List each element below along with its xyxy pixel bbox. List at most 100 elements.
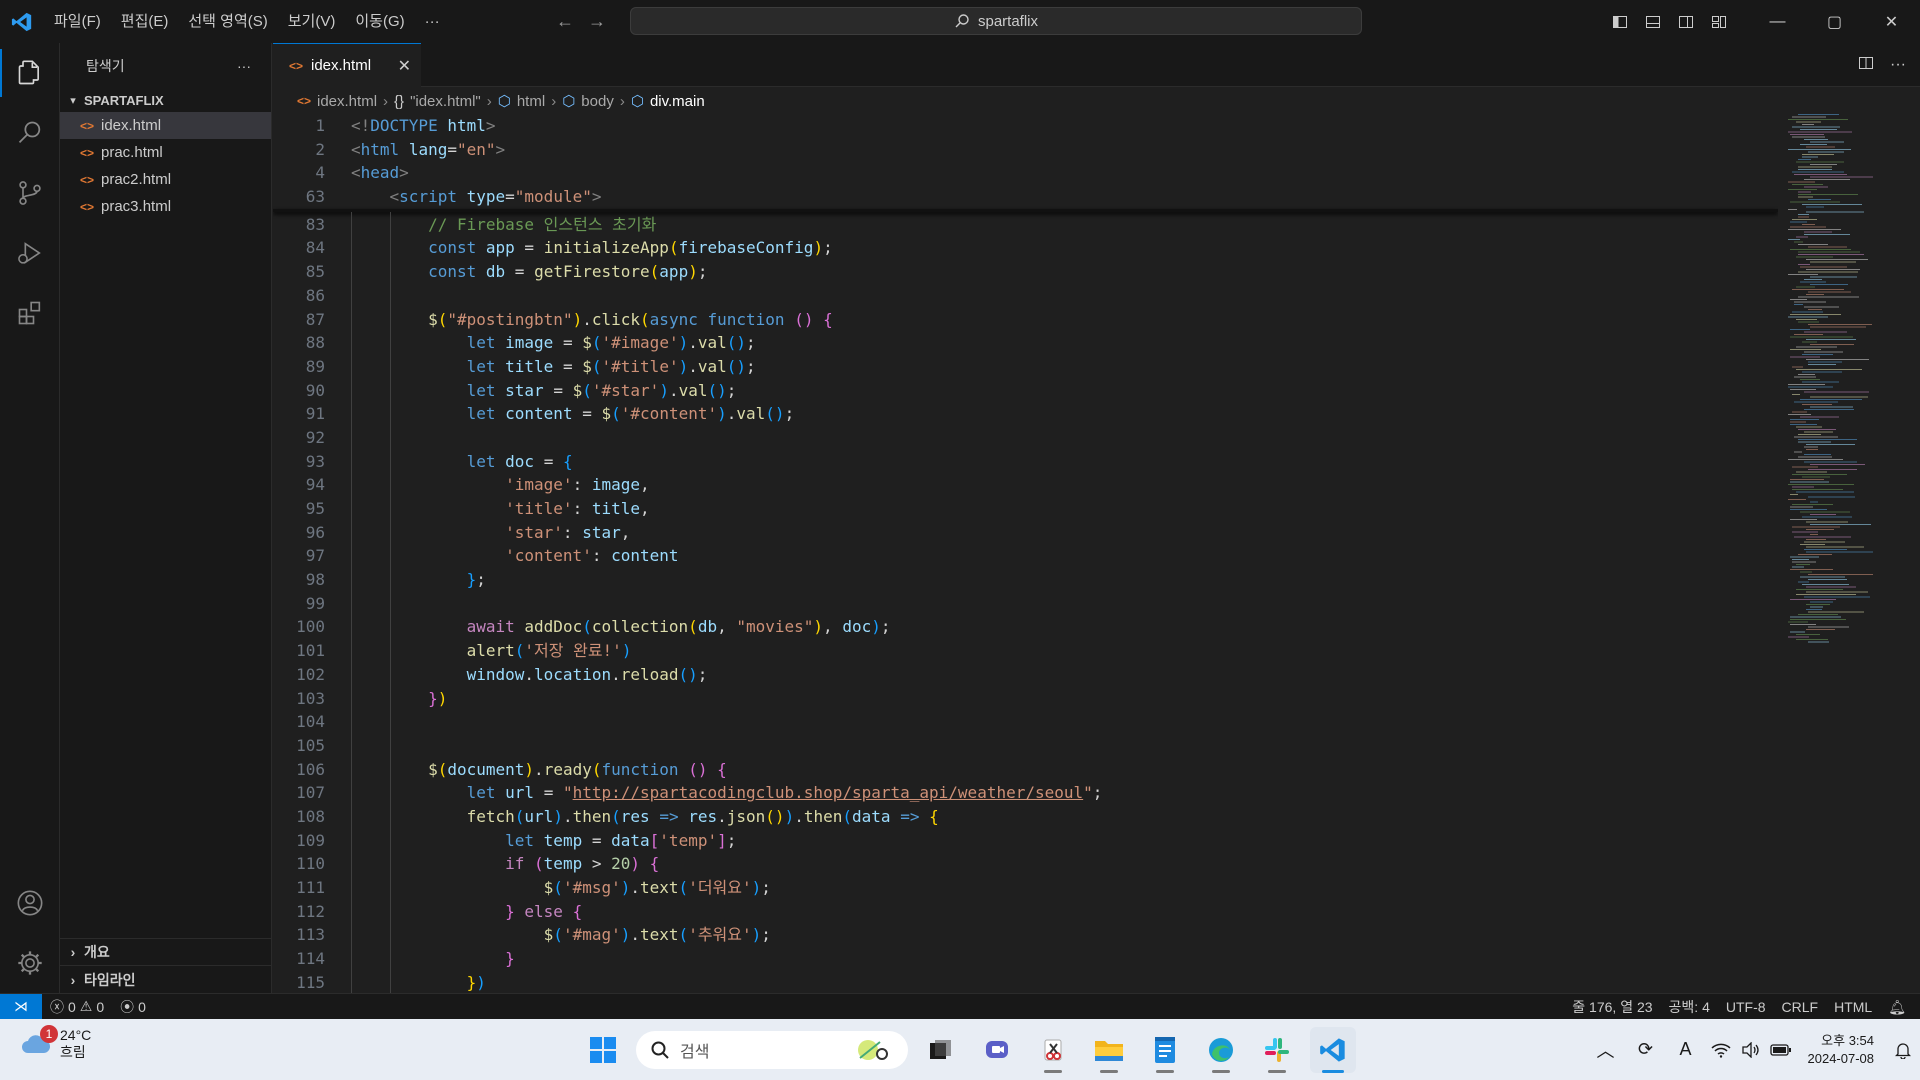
code-line[interactable]: 106 $(document).ready(function () { <box>273 758 1778 782</box>
minimap[interactable] <box>1778 114 1920 993</box>
indentation[interactable]: 공백: 4 <box>1661 997 1718 1017</box>
menu-edit[interactable]: 편집(E) <box>111 0 179 43</box>
file-item-prac[interactable]: <> prac.html <box>60 139 271 166</box>
code-line[interactable]: 95 'title': title, <box>273 497 1778 521</box>
file-explorer-icon[interactable] <box>1086 1027 1132 1073</box>
code-editor[interactable]: 1 <!DOCTYPE html> 2 <html lang="en"> 4 <head>… <box>273 114 1778 993</box>
code-line[interactable]: 103 }) <box>273 687 1778 711</box>
code-line[interactable]: 114 } <box>273 947 1778 971</box>
breadcrumb-file[interactable]: idex.html <box>317 93 377 110</box>
input-method-icon[interactable]: A <box>1666 1019 1706 1080</box>
code-line[interactable]: 99 <box>273 592 1778 616</box>
code-line[interactable]: 2 <html lang="en"> <box>273 138 1778 162</box>
forward-arrow-icon[interactable]: → <box>588 11 606 32</box>
timeline-section[interactable]: › 타임라인 <box>60 966 272 993</box>
code-line[interactable]: 89 let title = $('#title').val(); <box>273 355 1778 379</box>
code-line[interactable]: 87 $("#postingbtn").click(async function… <box>273 308 1778 332</box>
code-line[interactable]: 63 <script type="module"> <box>273 185 1778 209</box>
code-line[interactable]: 115 }) <box>273 971 1778 993</box>
notepad-icon[interactable] <box>1142 1027 1188 1073</box>
menu-more[interactable]: ··· <box>415 0 450 43</box>
clock[interactable]: 오후 3:54 2024-07-08 <box>1796 1032 1887 1068</box>
language-mode[interactable]: HTML <box>1826 999 1880 1015</box>
command-center-search[interactable]: spartaflix <box>630 7 1362 35</box>
code-line[interactable]: 100 await addDoc(collection(db, "movies"… <box>273 615 1778 639</box>
more-actions-icon[interactable]: ··· <box>1890 56 1906 74</box>
code-line[interactable]: 101 alert('저장 완료!') <box>273 639 1778 663</box>
menu-file[interactable]: 파일(F) <box>44 0 111 43</box>
task-view-icon[interactable] <box>918 1027 964 1073</box>
settings-gear-icon[interactable] <box>0 933 60 993</box>
code-line[interactable]: 96 'star': star, <box>273 521 1778 545</box>
breadcrumb-div-main[interactable]: div.main <box>650 93 705 110</box>
vscode-taskbar-icon[interactable] <box>1310 1026 1356 1073</box>
close-icon[interactable]: ✕ <box>398 56 411 76</box>
sync-icon[interactable]: ⟳ <box>1626 1019 1666 1080</box>
code-line[interactable]: 109 let temp = data['temp']; <box>273 829 1778 853</box>
search-sidebar-icon[interactable] <box>0 103 60 163</box>
teams-chat-icon[interactable] <box>974 1027 1020 1073</box>
code-line[interactable]: 104 <box>273 710 1778 734</box>
run-debug-icon[interactable] <box>0 223 60 283</box>
code-line[interactable]: 83 // Firebase 인스턴스 초기화 <box>273 213 1778 237</box>
code-line[interactable]: 1 <!DOCTYPE html> <box>273 114 1778 138</box>
explorer-icon[interactable] <box>0 43 60 103</box>
code-line[interactable]: 93 let doc = { <box>273 450 1778 474</box>
taskbar-search[interactable]: 검색 <box>636 1030 908 1069</box>
problems-indicator[interactable]: ⓧ 0 ⚠ 0 <box>42 997 112 1017</box>
bell-icon[interactable]: 🔔︎ <box>1880 999 1914 1016</box>
code-line[interactable]: 102 window.location.reload(); <box>273 663 1778 687</box>
windows-start-icon[interactable] <box>580 1027 626 1073</box>
menu-view[interactable]: 보기(V) <box>278 0 346 43</box>
remote-indicator-icon[interactable]: ⋊ <box>0 993 42 1020</box>
close-window-icon[interactable]: ✕ <box>1863 0 1920 43</box>
chevron-up-icon[interactable]: ︿ <box>1586 1019 1626 1080</box>
line-ending[interactable]: CRLF <box>1774 999 1827 1015</box>
slack-icon[interactable] <box>1254 1027 1300 1073</box>
code-line[interactable]: 105 <box>273 734 1778 758</box>
file-item-idex[interactable]: <> idex.html <box>60 112 271 139</box>
toggle-panel-icon[interactable] <box>1636 0 1669 43</box>
code-line[interactable]: 107 let url = "http://spartacodingclub.s… <box>273 781 1778 805</box>
accounts-icon[interactable] <box>0 873 60 933</box>
file-item-prac2[interactable]: <> prac2.html <box>60 166 271 193</box>
code-line[interactable]: 91 let content = $('#content').val(); <box>273 402 1778 426</box>
explorer-more-button[interactable]: ··· <box>237 58 251 74</box>
toggle-secondary-sidebar-icon[interactable] <box>1669 0 1702 43</box>
breadcrumb-body[interactable]: body <box>581 93 614 110</box>
menu-go[interactable]: 이동(G) <box>345 0 414 43</box>
project-folder-header[interactable]: ▾ SPARTAFLIX <box>60 88 271 112</box>
cursor-position[interactable]: 줄 176, 열 23 <box>1564 997 1660 1017</box>
breadcrumb-html[interactable]: html <box>517 93 545 110</box>
split-editor-icon[interactable] <box>1858 55 1874 75</box>
code-line[interactable]: 94 'image': image, <box>273 473 1778 497</box>
maximize-icon[interactable]: ▢ <box>1806 0 1863 43</box>
minimize-icon[interactable]: — <box>1749 0 1806 43</box>
back-arrow-icon[interactable]: ← <box>556 11 574 32</box>
code-line[interactable]: 90 let star = $('#star').val(); <box>273 379 1778 403</box>
outline-section[interactable]: › 개요 <box>60 939 272 966</box>
source-control-icon[interactable] <box>0 163 60 223</box>
weather-widget[interactable]: 1 24°C 흐림 <box>20 1025 91 1061</box>
code-line[interactable]: 86 <box>273 284 1778 308</box>
code-line[interactable]: 112 } else { <box>273 900 1778 924</box>
menu-selection[interactable]: 선택 영역(S) <box>178 0 277 43</box>
ports-indicator[interactable]: ⦿ 0 <box>112 997 154 1017</box>
breadcrumb-symbol[interactable]: "idex.html" <box>410 93 481 110</box>
code-line[interactable]: 88 let image = $('#image').val(); <box>273 331 1778 355</box>
battery-icon[interactable] <box>1766 1019 1796 1080</box>
code-line[interactable]: 97 'content': content <box>273 544 1778 568</box>
snipping-tool-icon[interactable] <box>1030 1027 1076 1073</box>
toggle-primary-sidebar-icon[interactable] <box>1603 0 1636 43</box>
edge-browser-icon[interactable] <box>1198 1027 1244 1073</box>
notification-bell-icon[interactable] <box>1886 1019 1920 1080</box>
volume-icon[interactable] <box>1736 1019 1766 1080</box>
code-line[interactable]: 85 const db = getFirestore(app); <box>273 260 1778 284</box>
extensions-icon[interactable] <box>0 283 60 343</box>
code-line[interactable]: 84 const app = initializeApp(firebaseCon… <box>273 236 1778 260</box>
encoding[interactable]: UTF-8 <box>1718 999 1774 1015</box>
code-line[interactable]: 4 <head> <box>273 161 1778 185</box>
wifi-icon[interactable] <box>1706 1019 1736 1080</box>
code-line[interactable]: 111 $('#msg').text('더워요'); <box>273 876 1778 900</box>
code-line[interactable]: 92 <box>273 426 1778 450</box>
